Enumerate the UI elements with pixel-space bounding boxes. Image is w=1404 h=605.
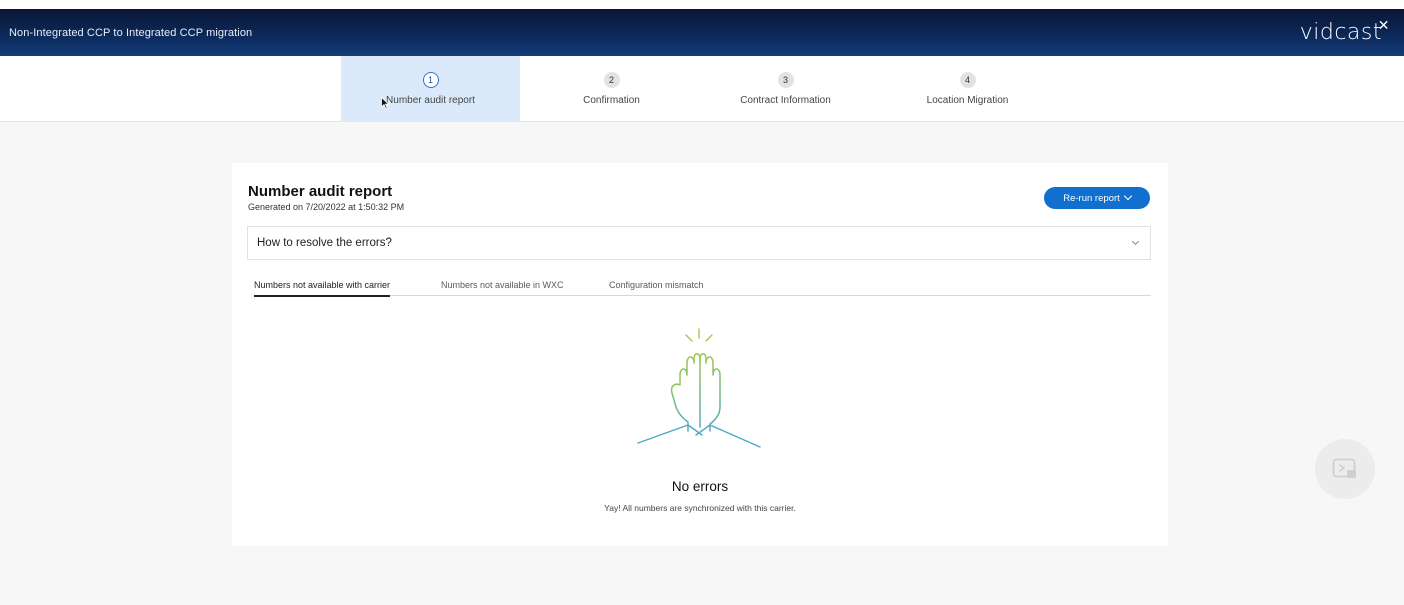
tab-configuration-mismatch[interactable]: Configuration mismatch xyxy=(609,280,704,296)
step-label: Number audit report xyxy=(386,95,475,106)
step-contract-information[interactable]: 3 Contract Information xyxy=(696,56,875,122)
rerun-report-button[interactable]: Re-run report xyxy=(1044,187,1150,209)
screen-share-icon xyxy=(1332,458,1356,478)
step-location-migration[interactable]: 4 Location Migration xyxy=(878,56,1057,122)
accordion-label: How to resolve the errors? xyxy=(257,237,392,249)
high-five-icon xyxy=(637,328,761,448)
close-icon[interactable]: ✕ xyxy=(1378,18,1390,34)
brand-name: vidcast xyxy=(1299,20,1382,45)
top-strip xyxy=(0,0,1404,9)
report-generated-date: Generated on 7/20/2022 at 1:50:32 PM xyxy=(248,202,405,212)
chevron-down-icon xyxy=(1123,191,1132,201)
page-title: Non-Integrated CCP to Integrated CCP mig… xyxy=(9,26,253,39)
wizard-stepper: 1 Number audit report 2 Confirmation 3 C… xyxy=(0,56,1404,122)
step-confirmation[interactable]: 2 Confirmation xyxy=(522,56,701,122)
step-number-audit-report[interactable]: 1 Number audit report xyxy=(341,56,520,122)
rerun-report-label: Re-run report xyxy=(1063,192,1120,204)
step-label: Location Migration xyxy=(926,95,1009,106)
step-label: Contract Information xyxy=(740,95,831,106)
step-number: 4 xyxy=(959,72,976,88)
floating-action-button[interactable] xyxy=(1315,439,1375,499)
step-number: 3 xyxy=(777,72,794,88)
step-label: Confirmation xyxy=(583,95,640,106)
report-title: Number audit report xyxy=(248,183,393,200)
audit-report-card: Number audit report Generated on 7/20/20… xyxy=(232,163,1168,546)
app-header: Non-Integrated CCP to Integrated CCP mig… xyxy=(0,9,1404,56)
tab-numbers-not-available-in-wxc[interactable]: Numbers not available in WXC xyxy=(441,280,564,296)
tab-numbers-not-available-with-carrier[interactable]: Numbers not available with carrier xyxy=(254,280,391,297)
resolve-errors-accordion[interactable]: How to resolve the errors? xyxy=(247,226,1151,260)
mouse-cursor-icon xyxy=(381,97,389,109)
brand-logo: vidcast ✕ xyxy=(1299,18,1404,45)
step-number: 1 xyxy=(422,72,439,88)
report-tabs: Numbers not available with carrier Numbe… xyxy=(254,276,1151,297)
step-number: 2 xyxy=(603,72,620,88)
empty-state-title: No errors xyxy=(671,479,729,494)
chevron-down-icon xyxy=(1131,237,1140,246)
empty-state-message: Yay! All numbers are synchronized with t… xyxy=(604,503,796,513)
